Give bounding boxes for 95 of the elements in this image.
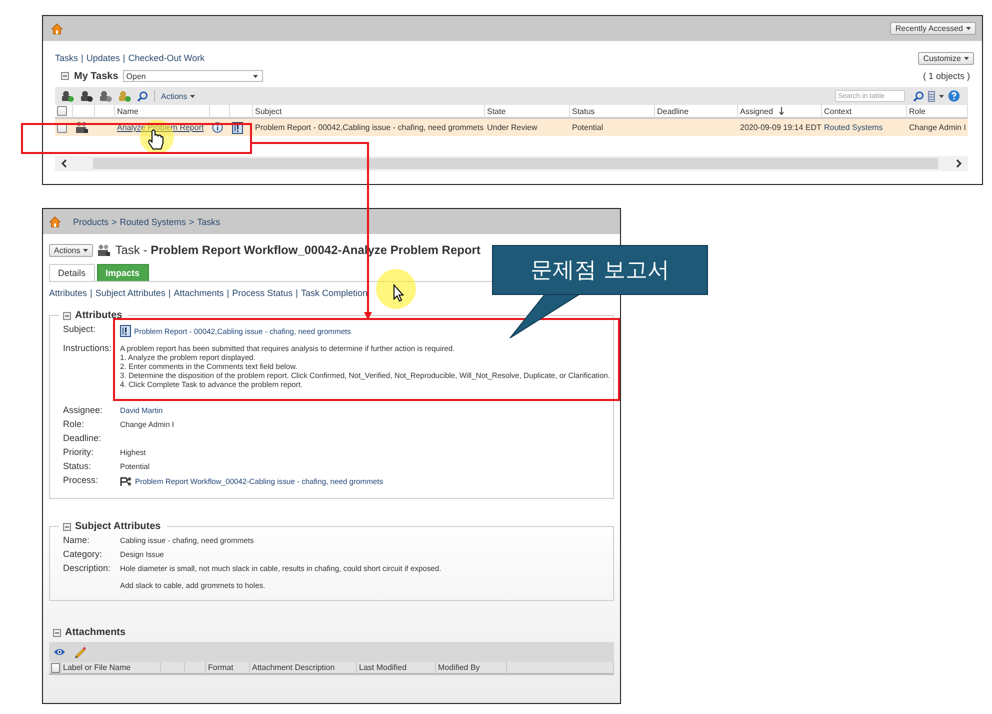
column-header[interactable]: Attachment Description [252, 663, 335, 672]
column-header[interactable]: Context [824, 106, 852, 116]
column-header[interactable]: Modified By [438, 663, 480, 672]
column-header[interactable]: Label or File Name [63, 663, 131, 672]
table-options-icon[interactable] [928, 90, 935, 102]
search-icon[interactable] [913, 90, 924, 102]
column-header[interactable]: State [487, 106, 506, 116]
search-icon[interactable] [137, 90, 148, 102]
context-link[interactable]: Routed Systems [824, 123, 883, 132]
breadcrumb-link[interactable]: Routed Systems [120, 216, 186, 226]
separator: | [168, 288, 171, 298]
horizontal-scrollbar[interactable] [93, 158, 938, 169]
section-title: Subject Attributes [75, 521, 161, 532]
object-count: ( 1 objects ) [922, 71, 971, 81]
column-header[interactable]: Deadline [657, 106, 689, 116]
field-label: Subject: [63, 323, 97, 334]
collapse-icon[interactable] [61, 72, 69, 80]
nav-link[interactable]: Tasks [55, 53, 78, 63]
caret-icon [964, 57, 969, 60]
help-icon[interactable] [948, 90, 960, 102]
recently-accessed-button[interactable]: Recently Accessed [890, 22, 976, 35]
hand-cursor-icon [148, 130, 164, 150]
separator: | [90, 288, 92, 298]
caret-icon [83, 248, 88, 252]
field-label: Category: [63, 548, 104, 559]
sort-arrow-icon[interactable] [778, 107, 784, 115]
pencil-icon[interactable] [74, 646, 86, 658]
report-icon[interactable] [120, 325, 131, 337]
separator: | [122, 53, 126, 63]
home-icon[interactable] [51, 22, 63, 34]
info-icon[interactable] [212, 122, 223, 133]
table-cell: Change Admin I [909, 123, 966, 132]
breadcrumb-separator: > [188, 216, 194, 226]
separator: | [226, 288, 230, 298]
column-header[interactable]: Name [117, 106, 138, 116]
nav-link[interactable]: Updates [86, 53, 120, 63]
section-link[interactable]: Task Completion [301, 288, 368, 298]
breadcrumb-link[interactable]: Tasks [197, 216, 220, 226]
caret-icon [253, 74, 258, 78]
column-header[interactable]: Assigned [740, 106, 773, 116]
actions-menu[interactable]: Actions [161, 92, 196, 100]
column-header[interactable]: Format [208, 663, 234, 672]
column-header[interactable]: Status [572, 106, 595, 116]
caret-icon [966, 27, 971, 30]
field-label: Role: [63, 418, 86, 429]
section-link[interactable]: Subject Attributes [95, 288, 166, 298]
section-title: Attachments [65, 627, 126, 638]
actions-button[interactable]: Actions [49, 244, 94, 256]
checkbox[interactable] [51, 662, 60, 672]
filter-dropdown[interactable]: Open [123, 70, 264, 82]
cursor-highlight [376, 269, 416, 309]
breadcrumb-separator: > [112, 216, 117, 226]
section-link[interactable]: Attachments [174, 288, 224, 298]
table-cell: Under Review [487, 123, 538, 132]
caret-icon [939, 94, 944, 98]
task-icon [97, 244, 112, 256]
field-label: Instructions: [63, 342, 113, 353]
separator: | [296, 288, 298, 298]
workflow-icon [120, 476, 132, 487]
eye-icon[interactable] [53, 647, 66, 657]
separator: | [81, 53, 84, 63]
customize-button[interactable]: Customize [918, 52, 974, 65]
column-header[interactable]: Subject [255, 106, 282, 116]
scroll-right-icon[interactable] [956, 159, 962, 168]
breadcrumb-link[interactable]: Products [73, 216, 109, 226]
collapse-icon[interactable] [63, 312, 71, 320]
section-link[interactable]: Process Status [232, 288, 293, 298]
table-cell: Potential [572, 123, 604, 132]
group-icon[interactable] [99, 90, 112, 102]
nav-link[interactable]: Checked-Out Work [128, 53, 205, 63]
field-label: Status: [63, 460, 92, 471]
field-label: Process: [63, 474, 100, 485]
collapse-icon[interactable] [63, 522, 71, 530]
field-label: Priority: [63, 446, 95, 457]
scroll-left-icon[interactable] [61, 159, 67, 168]
section-title: Attributes [75, 310, 122, 321]
home-icon[interactable] [49, 216, 61, 228]
caret-icon [190, 94, 196, 98]
table-cell: 2020-09-09 19:14 EDT [740, 123, 822, 132]
field-label: Description: [63, 562, 112, 573]
section-link[interactable]: Attributes [49, 288, 88, 298]
checkbox[interactable] [57, 106, 67, 116]
collapse-icon[interactable] [53, 628, 61, 636]
section-title: My Tasks [74, 70, 118, 82]
task-icon [75, 121, 89, 134]
column-header[interactable]: Last Modified [359, 663, 407, 672]
tab[interactable]: Details [49, 264, 95, 281]
field-label: Assignee: [63, 404, 104, 415]
field-label: Deadline: [63, 432, 102, 443]
pointer-cursor-icon [394, 284, 404, 302]
table-cell: Problem Report - 00042,Cabling issue - chafing, need grommets [255, 123, 484, 132]
task-link[interactable]: Analyze Problem Report [117, 123, 204, 132]
field-label: Name: [63, 534, 91, 545]
people-icon[interactable] [61, 90, 74, 102]
column-header[interactable]: Role [909, 106, 926, 116]
